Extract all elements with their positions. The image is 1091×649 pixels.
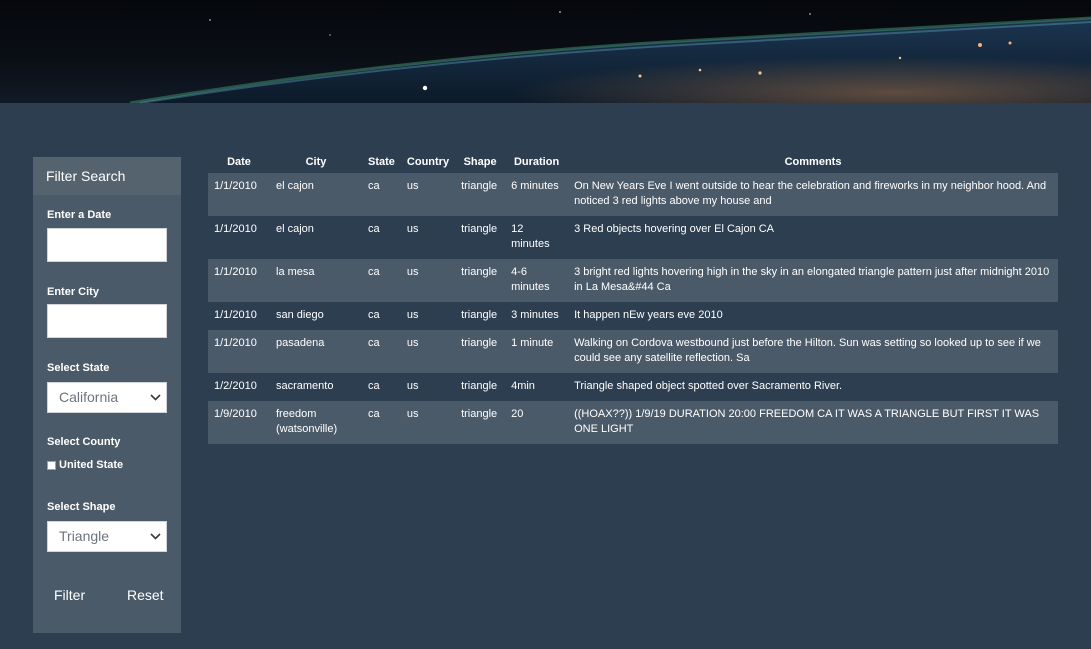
header-city: City: [305, 156, 327, 168]
cell-duration: 12 minutes: [511, 223, 550, 250]
header-country: Country: [406, 156, 450, 168]
state-select[interactable]: California: [47, 382, 167, 413]
cell-country: us: [406, 223, 419, 235]
header-comments: Comments: [784, 156, 842, 168]
city-label: Enter City: [47, 286, 99, 298]
date-input[interactable]: [47, 228, 167, 262]
cell-comments: On New Years Eve I went outside to hear …: [574, 180, 1047, 207]
cell-comments: Walking on Cordova westbound just before…: [574, 337, 1041, 364]
cell-state: ca: [368, 266, 380, 278]
table-row: 1/1/2010 el cajon ca us triangle 6 minut…: [208, 173, 1058, 216]
cell-city: sacramento: [276, 380, 334, 392]
cell-state: ca: [368, 337, 380, 349]
cell-shape: triangle: [461, 337, 498, 349]
county-checkbox-row[interactable]: United State: [47, 459, 123, 471]
cell-city: san diego: [276, 309, 324, 321]
header-duration: Duration: [513, 156, 560, 168]
earth-horizon-image: [0, 0, 1091, 103]
cell-duration: 20: [511, 408, 524, 420]
united-state-checkbox[interactable]: [47, 460, 56, 470]
table-row: 1/9/2010 freedom (watsonville) ca us tri…: [208, 401, 1058, 444]
cell-shape: triangle: [461, 180, 498, 192]
state-select-value: California: [59, 389, 119, 405]
cell-shape: triangle: [461, 408, 498, 420]
cell-city: el cajon: [276, 223, 314, 235]
results-table: Date City State Country Shape Duration C…: [208, 151, 1058, 444]
cell-comments: 3 Red objects hovering over El Cajon CA: [574, 223, 775, 235]
cell-duration: 4min: [511, 380, 535, 392]
united-state-checkbox-label: United State: [59, 459, 124, 471]
filter-button[interactable]: Filter: [54, 587, 85, 603]
cell-date: 1/1/2010: [214, 266, 257, 278]
table-row: 1/1/2010 el cajon ca us triangle 12 minu…: [208, 216, 1058, 259]
cell-duration: 1 minute: [511, 337, 554, 349]
header-shape: Shape: [463, 156, 497, 168]
table-row: 1/1/2010 la mesa ca us triangle 4-6 minu…: [208, 259, 1058, 302]
cell-shape: triangle: [461, 266, 498, 278]
cell-state: ca: [368, 408, 380, 420]
cell-shape: triangle: [461, 309, 498, 321]
cell-country: us: [406, 337, 419, 349]
cell-city: pasadena: [276, 337, 325, 349]
cell-duration: 4-6 minutes: [511, 266, 550, 293]
cell-date: 1/1/2010: [214, 223, 257, 235]
cell-state: ca: [368, 180, 380, 192]
reset-button[interactable]: Reset: [127, 587, 164, 603]
table-header-row: Date City State Country Shape Duration C…: [208, 151, 1058, 173]
header-date: Date: [227, 156, 251, 168]
cell-city: freedom (watsonville): [276, 408, 338, 435]
city-input[interactable]: [47, 304, 167, 338]
cell-state: ca: [368, 223, 380, 235]
county-label: Select County: [47, 436, 121, 448]
cell-state: ca: [368, 380, 380, 392]
cell-date: 1/1/2010: [214, 309, 257, 321]
header-state: State: [368, 156, 395, 168]
cell-date: 1/2/2010: [214, 380, 257, 392]
cell-country: us: [406, 408, 419, 420]
table-row: 1/1/2010 san diego ca us triangle 3 minu…: [208, 302, 1058, 330]
cell-country: us: [406, 180, 419, 192]
cell-date: 1/9/2010: [214, 408, 257, 420]
cell-country: us: [406, 266, 419, 278]
state-label: Select State: [47, 362, 110, 374]
cell-date: 1/1/2010: [214, 180, 257, 192]
cell-duration: 6 minutes: [511, 180, 559, 192]
cell-city: la mesa: [276, 266, 315, 278]
table-row: 1/1/2010 pasadena ca us triangle 1 minut…: [208, 330, 1058, 373]
cell-date: 1/1/2010: [214, 337, 257, 349]
cell-comments: It happen nEw years eve 2010: [574, 309, 723, 321]
chevron-down-icon: [150, 533, 161, 540]
cell-comments: Triangle shaped object spotted over Sacr…: [574, 380, 843, 392]
filter-panel-title: Filter Search: [33, 157, 181, 195]
shape-select[interactable]: Triangle: [47, 521, 167, 552]
cell-comments: ((HOAX??)) 1/9/19 DURATION 20:00 FREEDOM…: [574, 408, 1040, 435]
shape-select-value: Triangle: [59, 528, 110, 544]
shape-label: Select Shape: [47, 501, 116, 513]
cell-comments: 3 bright red lights hovering high in the…: [574, 266, 1050, 293]
cell-duration: 3 minutes: [511, 309, 559, 321]
cell-country: us: [406, 309, 419, 321]
chevron-down-icon: [150, 394, 161, 401]
date-label: Enter a Date: [47, 209, 112, 221]
cell-shape: triangle: [461, 380, 498, 392]
cell-city: el cajon: [276, 180, 314, 192]
cell-state: ca: [368, 309, 380, 321]
cell-country: us: [406, 380, 419, 392]
cell-shape: triangle: [461, 223, 498, 235]
table-row: 1/2/2010 sacramento ca us triangle 4min …: [208, 373, 1058, 401]
hero-banner: [0, 0, 1091, 103]
filter-panel: Filter Search Enter a Date Enter City Se…: [33, 157, 181, 633]
